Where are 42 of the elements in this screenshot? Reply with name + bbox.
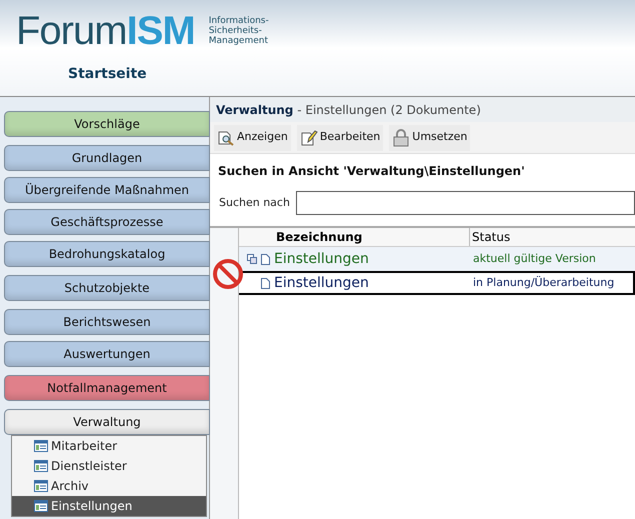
nav-button[interactable]: Grundlagen — [4, 145, 210, 171]
nav-subitem[interactable]: Archiv — [12, 476, 206, 496]
magnifier-icon — [217, 130, 235, 146]
nav-subitem[interactable]: Mitarbeiter — [12, 436, 206, 456]
toolbar-button[interactable]: Umsetzen — [389, 124, 470, 150]
table-row[interactable]: Einstellungen in Planung/Überarbeitung — [237, 271, 635, 295]
view-title: Verwaltung - Einstellungen (2 Dokumente) — [210, 97, 635, 122]
column-header[interactable]: Bezeichnung — [239, 228, 470, 246]
nav-button[interactable]: Verwaltung — [4, 409, 210, 435]
status-text: in Planung/Überarbeitung — [472, 274, 614, 291]
nav-button[interactable]: Vorschläge — [4, 111, 210, 137]
nav-button[interactable]: Berichtswesen — [4, 309, 210, 335]
document-title[interactable]: Einstellungen — [274, 248, 369, 270]
table-icon — [34, 460, 48, 472]
nav-button[interactable]: Bedrohungskatalog — [4, 241, 210, 267]
search-label: Suchen nach — [218, 194, 291, 211]
nav-button[interactable]: Übergreifende Maßnahmen — [4, 177, 210, 203]
pencil-icon — [300, 130, 318, 146]
search-heading: Suchen in Ansicht 'Verwaltung\Einstellungen' — [217, 163, 526, 180]
nav-button[interactable]: Auswertungen — [4, 341, 210, 367]
toolbar-button[interactable]: Anzeigen — [214, 124, 291, 150]
nav-button[interactable]: Schutzobjekte — [4, 275, 210, 301]
padlock-icon — [392, 128, 410, 146]
table-icon — [34, 440, 48, 452]
table-row[interactable]: Einstellungen aktuell gültige Version — [237, 247, 635, 271]
table-icon — [34, 480, 48, 492]
nav-subitem[interactable]: Dienstleister — [12, 456, 206, 476]
document-icon — [261, 278, 270, 288]
nav-subitem[interactable]: Einstellungen — [12, 496, 206, 516]
home-link[interactable]: Startseite — [68, 64, 635, 85]
column-header[interactable]: Status — [470, 228, 510, 246]
logo-text: Forum — [16, 8, 127, 54]
logo-text: ISM — [126, 8, 195, 54]
status-text: aktuell gültige Version — [472, 250, 596, 267]
document-icon — [261, 254, 270, 264]
toolbar-button[interactable]: Bearbeiten — [296, 124, 384, 150]
nav-button[interactable]: Geschäftsprozesse — [4, 209, 210, 235]
search-field[interactable] — [296, 191, 635, 215]
table-icon — [34, 500, 48, 512]
document-title[interactable]: Einstellungen — [274, 272, 369, 294]
logo-tagline: Informations- Sicherheits- Management — [208, 16, 269, 46]
nav-button[interactable]: Notfallmanagement — [4, 375, 210, 401]
